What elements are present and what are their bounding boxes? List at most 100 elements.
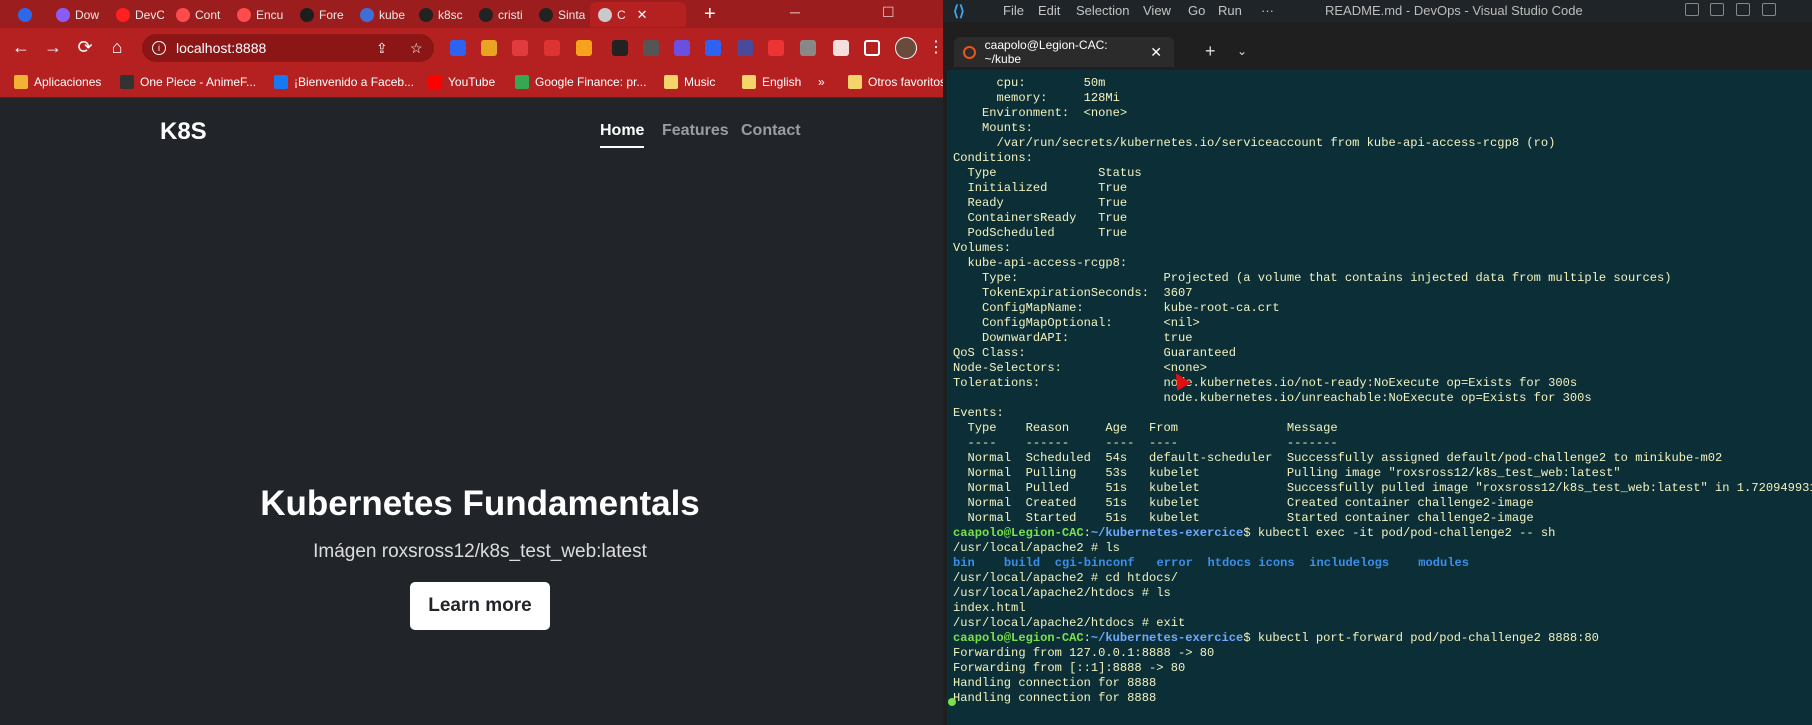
terminal-line: Node-Selectors: <none> <box>953 361 1207 376</box>
terminal-text: Normal Scheduled 54s default-scheduler S… <box>953 451 1723 465</box>
adblock-icon[interactable] <box>544 40 560 56</box>
menu-file[interactable]: File <box>1003 3 1024 18</box>
home-icon[interactable]: ⌂ <box>105 37 129 58</box>
terminal-line: Normal Created 51s kubelet Created conta… <box>953 496 1534 511</box>
bookmark-item[interactable]: ¡Bienvenido a Faceb... <box>274 75 414 89</box>
side-panel-icon[interactable] <box>864 40 880 56</box>
terminal-text: Normal Pulled 51s kubelet Successfully p… <box>953 481 1812 495</box>
extension-icon[interactable] <box>737 40 753 56</box>
bookmark-star-icon[interactable]: ☆ <box>410 40 423 57</box>
toggle-secondary-sidebar-icon[interactable] <box>1736 3 1750 16</box>
browser-tab-label: kube <box>379 7 406 22</box>
terminal-text: Type: Projected (a volume that contains … <box>953 271 1672 285</box>
profile-avatar[interactable] <box>895 37 917 59</box>
extension-icon[interactable] <box>481 40 497 56</box>
bookmark-item[interactable]: Aplicaciones <box>14 75 101 89</box>
terminal-text: Handling connection for 8888 <box>953 676 1157 690</box>
close-tab-icon[interactable]: ✕ <box>637 7 648 23</box>
terminal-text: Normal Created 51s kubelet Created conta… <box>953 496 1534 510</box>
new-terminal-button[interactable]: + <box>1205 41 1216 62</box>
browser-tab[interactable]: k8sc <box>411 2 467 27</box>
back-icon[interactable]: ← <box>9 37 33 58</box>
tab-favicon-icon <box>237 7 251 22</box>
browser-tab[interactable]: cristi <box>471 2 527 27</box>
extension-icon[interactable] <box>705 40 721 56</box>
bookmark-item[interactable]: YouTube <box>428 75 495 89</box>
bookmark-label: Music <box>684 75 716 89</box>
nav-home[interactable]: Home <box>600 122 645 148</box>
browser-tab[interactable]: Encu <box>229 2 285 27</box>
vscode-logo-icon: ⟨⟩ <box>953 3 965 20</box>
forward-icon[interactable]: → <box>41 37 65 58</box>
browser-tab[interactable]: Cont <box>168 2 224 27</box>
terminal-text: kubectl exec -it pod/pod-challenge2 -- s… <box>1257 526 1556 540</box>
terminal-line: /usr/local/apache2/htdocs # ls <box>953 586 1171 601</box>
extension-icon[interactable] <box>512 40 528 56</box>
directory-entry: cgi-bin <box>1054 556 1106 570</box>
extension-icon[interactable] <box>800 40 816 56</box>
more-menu-icon[interactable]: ⋮ <box>928 37 943 57</box>
terminal-output[interactable]: cpu: 50m memory: 128Mi Environment: <non… <box>947 70 1812 725</box>
bookmark-item[interactable]: » <box>818 75 825 89</box>
close-icon[interactable]: ✕ <box>1150 44 1162 61</box>
bookmark-item[interactable]: One Piece - AnimeF... <box>120 75 256 89</box>
customize-layout-icon[interactable] <box>1762 3 1776 16</box>
extension-icon[interactable] <box>643 40 659 56</box>
toggle-sidebar-icon[interactable] <box>1685 3 1699 16</box>
browser-tab[interactable]: Sinta <box>531 2 587 27</box>
menu-go[interactable]: Go <box>1188 3 1205 18</box>
extension-icon[interactable] <box>576 40 592 56</box>
terminal-text: index.html <box>953 601 1026 615</box>
terminal-cursor <box>948 698 956 706</box>
terminal-text: ConfigMapOptional: <nil> <box>953 316 1200 330</box>
menu-run[interactable]: Run <box>1218 3 1242 18</box>
menu-view[interactable]: View <box>1143 3 1171 18</box>
site-info-icon[interactable]: i <box>152 41 166 55</box>
directory-entry: logs <box>1360 556 1390 570</box>
maximize-icon[interactable]: ☐ <box>882 4 895 21</box>
extension-icon[interactable] <box>674 40 690 56</box>
terminal-line: node.kubernetes.io/unreachable:NoExecute… <box>953 391 1591 406</box>
terminal-tab[interactable]: caapolo@Legion-CAC: ~/kube ✕ <box>954 37 1174 67</box>
bookmark-item[interactable]: English <box>742 75 801 89</box>
reload-icon[interactable]: ⟳ <box>73 37 97 58</box>
bookmark-label: YouTube <box>448 75 496 89</box>
terminal-line: PodScheduled True <box>953 226 1128 241</box>
nav-contact[interactable]: Contact <box>741 122 801 140</box>
browser-tab[interactable]: DevC <box>108 2 164 27</box>
browser-tab[interactable]: kube <box>352 2 408 27</box>
bookmark-item[interactable]: Music <box>664 75 715 89</box>
address-bar[interactable]: i localhost:8888 <box>142 34 434 62</box>
browser-tab[interactable]: Fore <box>292 2 348 27</box>
terminal-line: index.html <box>953 601 1026 616</box>
nav-features[interactable]: Features <box>662 122 729 140</box>
terminal-line: kube-api-access-rcgp8: <box>953 256 1128 271</box>
extensions-puzzle-icon[interactable] <box>833 40 849 56</box>
bookmark-label: Aplicaciones <box>34 75 102 89</box>
minimize-icon[interactable]: ─ <box>790 4 800 20</box>
menu-selection[interactable]: Selection <box>1076 3 1129 18</box>
browser-tab[interactable]: C ✕ <box>590 2 686 27</box>
extension-icon[interactable] <box>612 40 628 56</box>
terminal-line: Environment: <none> <box>953 106 1127 121</box>
terminal-line: Mounts: <box>953 121 1033 136</box>
extension-icon[interactable] <box>768 40 784 56</box>
terminal-text: DownwardAPI: true <box>953 331 1193 345</box>
browser-tab-label: k8sc <box>438 7 463 22</box>
terminal-line: Type Reason Age From Message <box>953 421 1338 436</box>
learn-more-button[interactable]: Learn more <box>410 582 550 630</box>
toggle-panel-icon[interactable] <box>1710 3 1724 16</box>
terminal-text: QoS Class: Guaranteed <box>953 346 1237 360</box>
bookmark-item[interactable]: Google Finance: pr... <box>515 75 646 89</box>
new-tab-button[interactable]: + <box>704 3 716 26</box>
menu-edit[interactable]: Edit <box>1038 3 1060 18</box>
terminal-line: Tolerations: node.kubernetes.io/not-read… <box>953 376 1577 391</box>
bookmark-item[interactable]: Otros favoritos <box>848 75 943 89</box>
menu-more[interactable]: ··· <box>1261 3 1274 18</box>
site-brand[interactable]: K8S <box>160 118 207 146</box>
extension-icon[interactable] <box>450 40 466 56</box>
browser-tab[interactable]: Dow <box>48 2 104 27</box>
bookmarks-bar: Aplicaciones One Piece - AnimeF... ¡Bienve… <box>0 68 943 98</box>
share-icon[interactable]: ⇪ <box>376 40 388 57</box>
chevron-down-icon[interactable]: ⌄ <box>1237 44 1247 58</box>
